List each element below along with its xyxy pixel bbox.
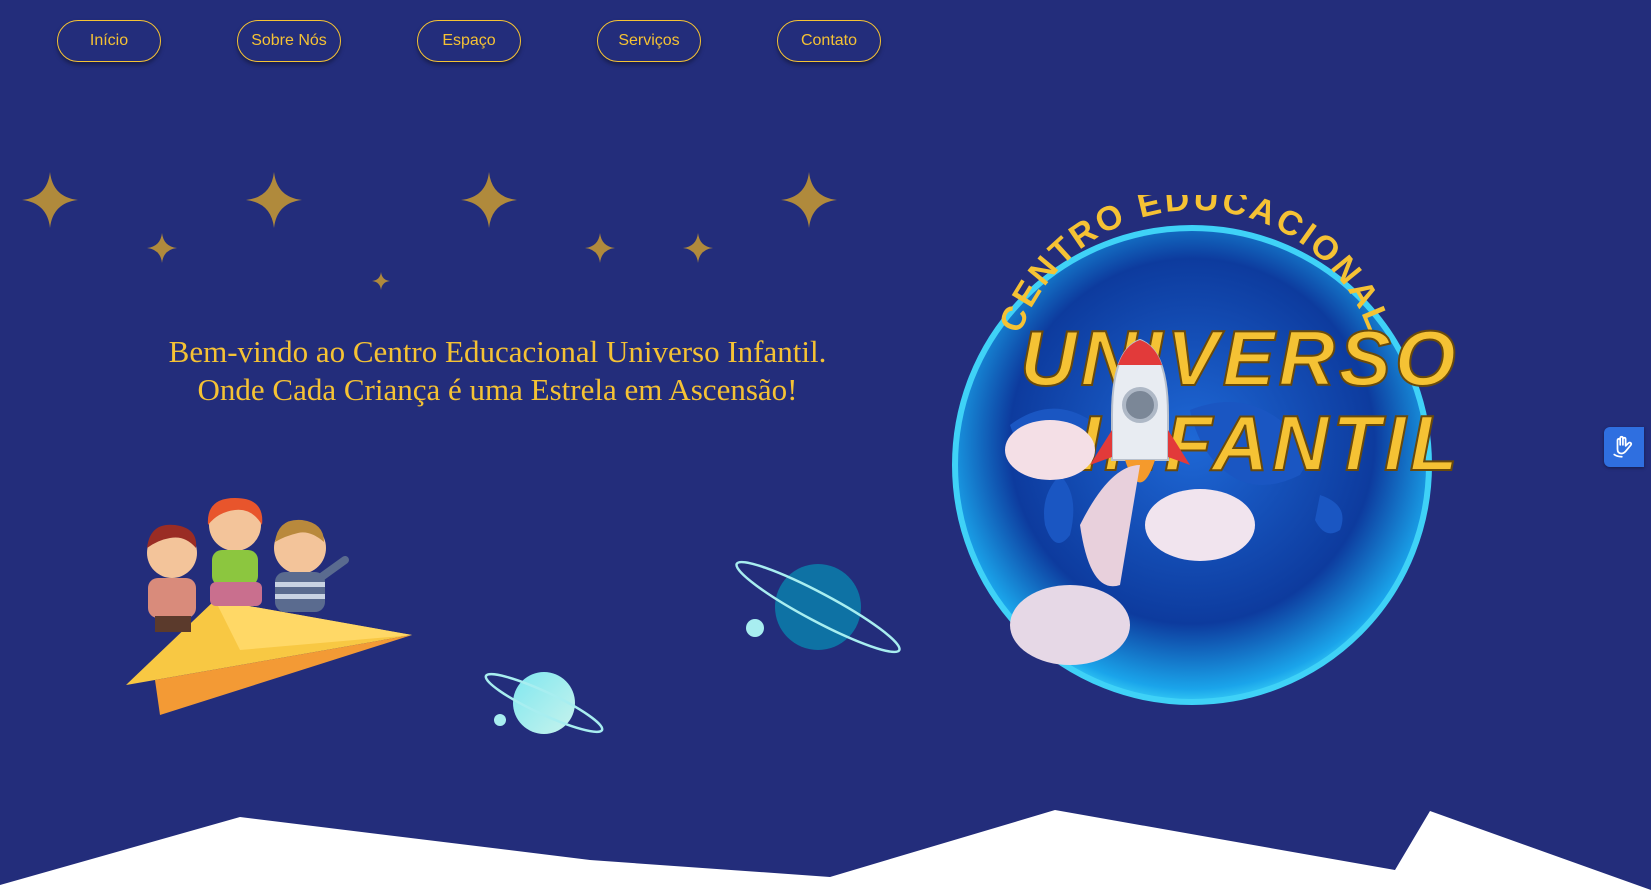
logo-word-1: UNIVERSO — [1020, 314, 1459, 402]
star-icon — [22, 172, 78, 228]
nav-servicos-button[interactable]: Serviços — [597, 20, 701, 62]
star-icon — [683, 233, 713, 263]
nav-sobre-nos-button[interactable]: Sobre Nós — [237, 20, 341, 62]
star-icon — [585, 233, 615, 263]
planet-large-illustration — [735, 560, 901, 654]
star-icon — [147, 233, 177, 263]
star-icon — [461, 172, 517, 228]
kids-paper-plane-illustration — [126, 498, 412, 715]
universo-infantil-logo: CENTRO EDUCACIONAL UNIVERSO INFANTIL — [952, 195, 1459, 705]
hero-line-1: Bem-vindo ao Centro Educacional Universo… — [168, 334, 827, 369]
star-icon — [372, 272, 390, 290]
nav-espaco-button[interactable]: Espaço — [417, 20, 521, 62]
planet-small-illustration — [484, 672, 604, 734]
accessibility-button[interactable] — [1604, 427, 1644, 467]
nav-contato-button[interactable]: Contato — [777, 20, 881, 62]
hero-heading: Bem-vindo ao Centro Educacional Universo… — [140, 333, 855, 409]
nav-inicio-button[interactable]: Início — [57, 20, 161, 62]
star-icon — [246, 172, 302, 228]
bottom-mountain-shape — [0, 810, 1651, 890]
star-icon — [781, 172, 837, 228]
sign-language-hand-icon — [1613, 435, 1633, 458]
hero-line-2: Onde Cada Criança é uma Estrela em Ascen… — [197, 372, 798, 407]
